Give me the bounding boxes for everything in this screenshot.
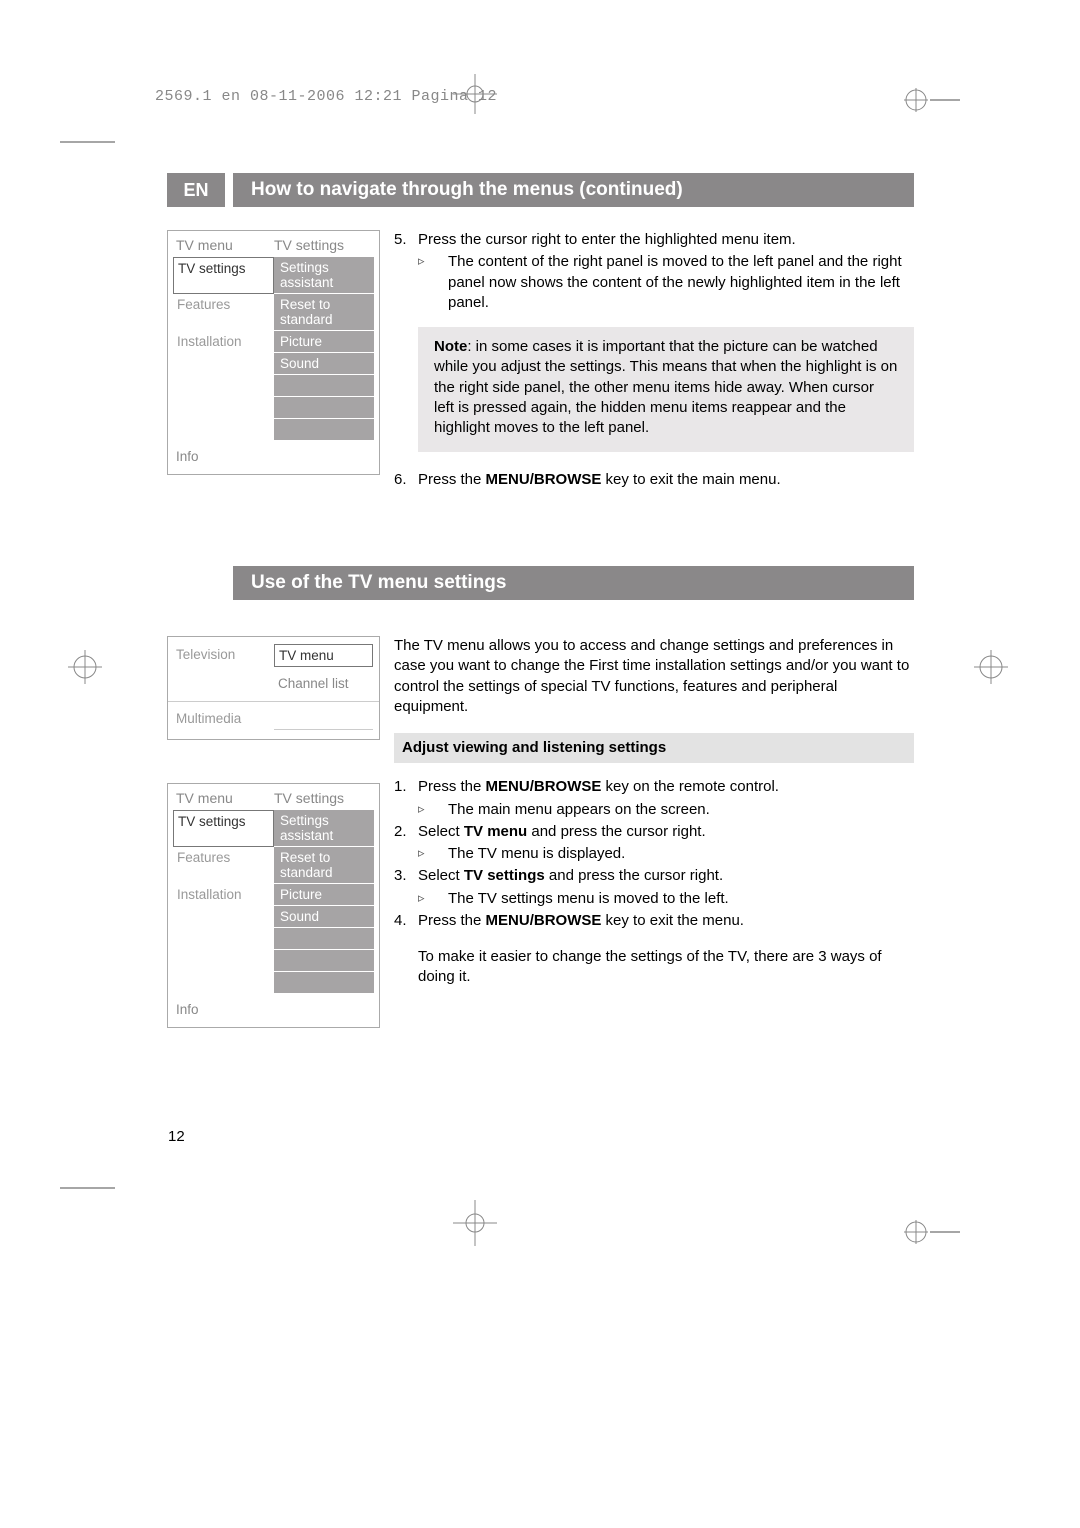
- menu2-television: Television: [174, 644, 274, 667]
- menu3-right-reset: Reset to standard: [274, 847, 374, 884]
- menu2-tvmenu: TV menu: [274, 644, 373, 667]
- registration-mark-right: [974, 650, 1008, 689]
- registration-mark-left: [68, 650, 102, 689]
- section-heading-2: Use of the TV menu settings: [233, 566, 914, 600]
- crop-mark-bottom-right: [902, 1210, 962, 1254]
- crop-mark-top-left: [60, 112, 130, 152]
- menu1-left-installation: Installation: [173, 331, 274, 353]
- menu2-multimedia: Multimedia: [174, 708, 274, 730]
- menu1-right-sound: Sound: [274, 353, 374, 375]
- menu1-right-picture: Picture: [274, 331, 374, 353]
- language-badge: EN: [167, 173, 225, 207]
- television-menu-diagram: TelevisionTV menu Channel list Multimedi…: [167, 636, 380, 740]
- menu1-left-tvsettings: TV settings: [173, 257, 274, 294]
- menu3-left-features: Features: [173, 847, 274, 884]
- section-heading-1: How to navigate through the menus (conti…: [233, 173, 914, 207]
- menu1-title-left: TV menu: [176, 237, 274, 253]
- menu2-channellist: Channel list: [274, 673, 373, 694]
- menu3-right-settingsassistant: Settings assistant: [274, 810, 374, 847]
- section2-body: The TV menu allows you to access and cha…: [394, 636, 914, 988]
- tv-menu-diagram-1: TV menu TV settings TV settingsSettings …: [167, 230, 380, 475]
- menu3-left-installation: Installation: [173, 884, 274, 906]
- note-box: Note: in some cases it is important that…: [418, 327, 914, 452]
- crop-mark-bottom-left: [60, 1178, 130, 1248]
- crop-mark-top-right: [902, 78, 962, 122]
- menu1-left-features: Features: [173, 294, 274, 331]
- menu3-info: Info: [168, 994, 379, 1027]
- page-number: 12: [168, 1128, 185, 1145]
- tv-menu-diagram-2: TV menu TV settings TV settingsSettings …: [167, 783, 380, 1028]
- menu1-title-right: TV settings: [274, 237, 344, 253]
- menu1-right-reset: Reset to standard: [274, 294, 374, 331]
- crop-mark-bottom-center: [445, 1200, 505, 1246]
- menu1-right-settingsassistant: Settings assistant: [274, 257, 374, 294]
- section1-body: 5.Press the cursor right to enter the hi…: [394, 230, 914, 493]
- menu3-right-sound: Sound: [274, 906, 374, 928]
- menu3-right-picture: Picture: [274, 884, 374, 906]
- menu3-title-left: TV menu: [176, 790, 274, 806]
- menu1-info: Info: [168, 441, 379, 474]
- menu3-left-tvsettings: TV settings: [173, 810, 274, 847]
- subheading-adjust: Adjust viewing and listening settings: [394, 733, 914, 763]
- crop-mark-top-center: [445, 74, 505, 114]
- menu3-title-right: TV settings: [274, 790, 344, 806]
